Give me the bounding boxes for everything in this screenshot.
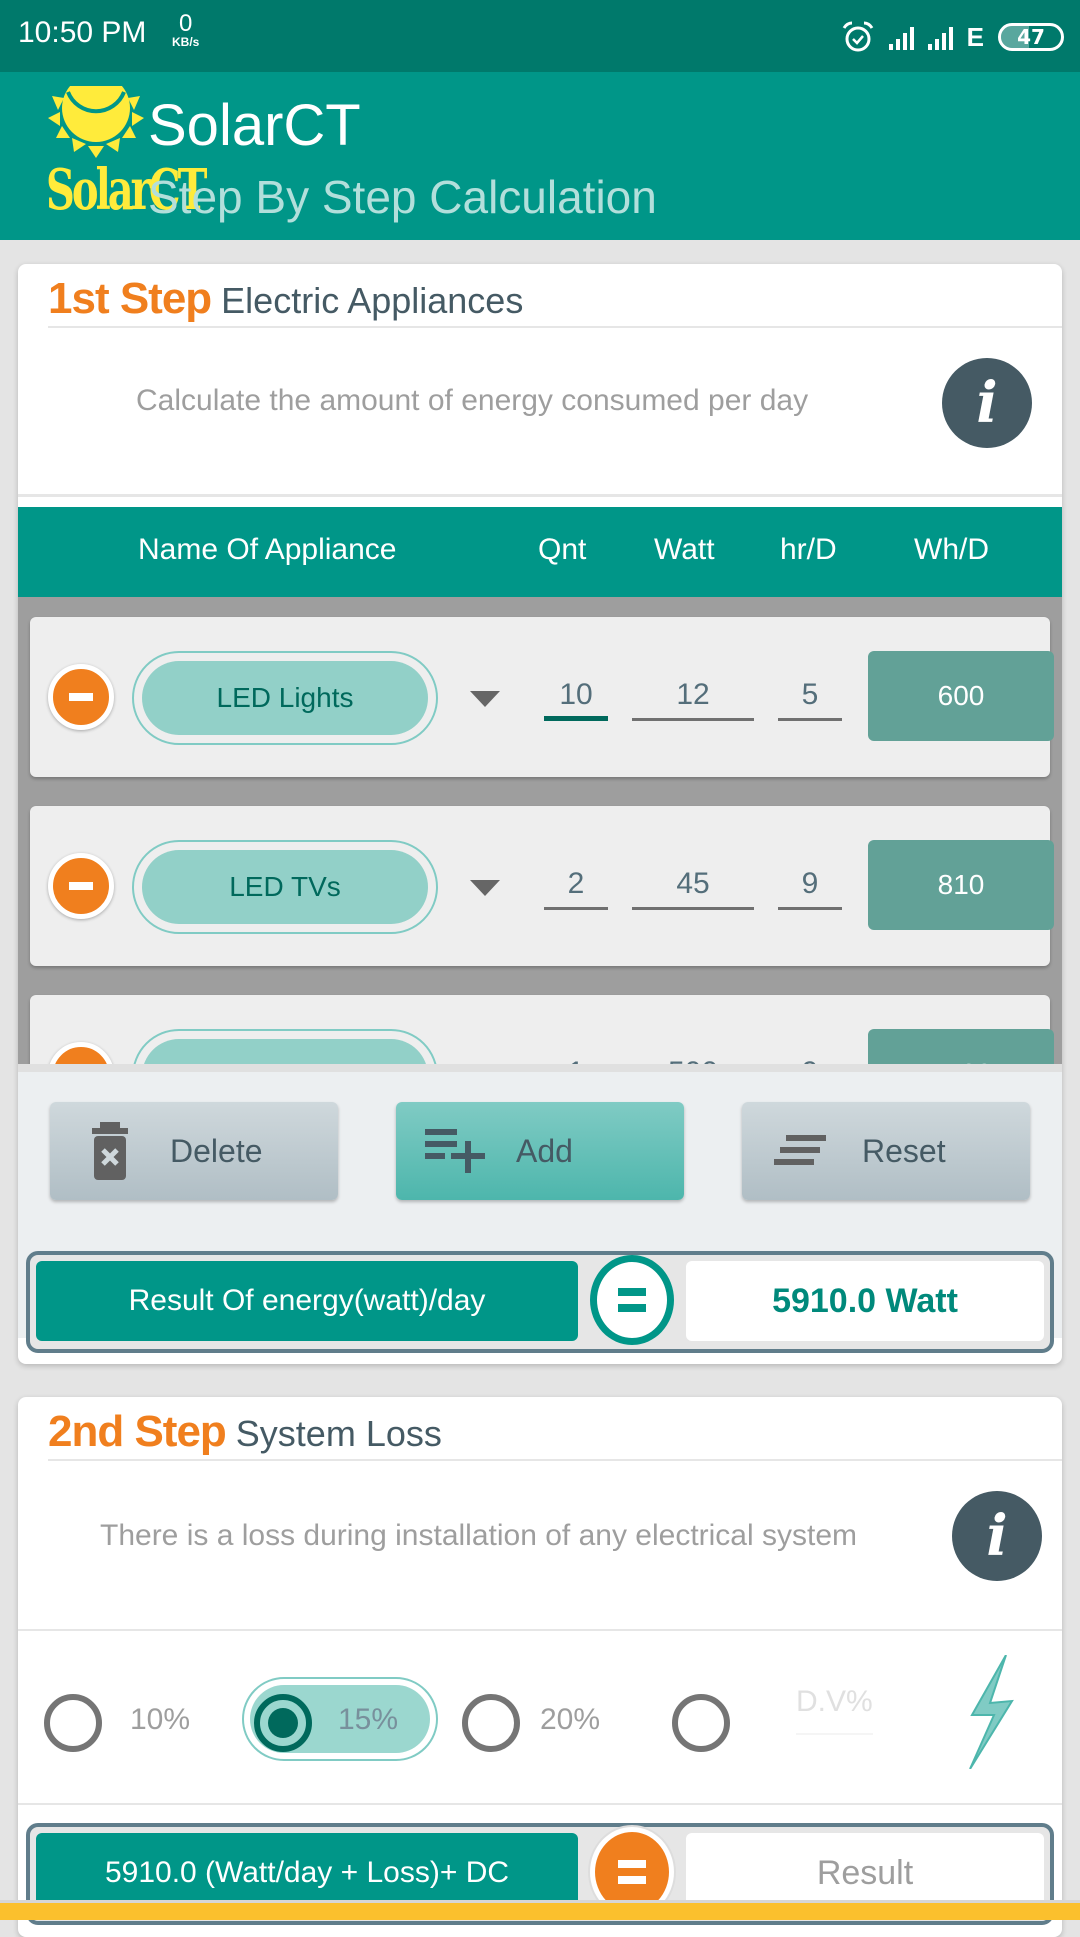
add-label: Add [516, 1132, 573, 1169]
loss-radio-15[interactable] [254, 1694, 312, 1752]
playlist-add-icon [425, 1129, 485, 1173]
delete-button[interactable]: Delete [50, 1102, 338, 1200]
header-hr: hr/D [780, 533, 837, 566]
sun-logo-icon [48, 86, 144, 158]
status-time: 10:50 PM [18, 16, 147, 49]
divider [18, 494, 1062, 497]
watt-input[interactable]: 12 [632, 675, 754, 721]
qnt-input[interactable]: 2 [544, 864, 608, 910]
equals-icon [618, 1860, 646, 1884]
delete-label: Delete [170, 1132, 263, 1169]
dropdown-arrow-icon[interactable] [470, 691, 500, 707]
step1-header: 1st Step Electric Appliances [48, 274, 523, 324]
qnt-input[interactable]: 10 [544, 675, 608, 721]
step1-title: Electric Appliances [221, 280, 524, 321]
step2-card: 2nd Step System Loss There is a loss dur… [18, 1397, 1062, 1937]
bottom-banner-strip [0, 1900, 1080, 1920]
appliance-name-select[interactable]: LED TVs [132, 840, 438, 934]
energy-result: Result Of energy(watt)/day 5910.0 Watt [26, 1251, 1054, 1353]
network-speed-unit: KB/s [172, 35, 200, 49]
equals-icon [618, 1288, 646, 1312]
header-qnt: Qnt [538, 533, 587, 566]
loss-radio-custom[interactable] [672, 1694, 730, 1752]
loss-label-15: 15% [338, 1703, 399, 1736]
hours-input[interactable]: 9 [778, 864, 842, 910]
network-speed-value: 0 [178, 10, 193, 37]
step1-info-button[interactable]: i [942, 358, 1032, 448]
dropdown-arrow-icon[interactable] [470, 880, 500, 896]
loss-radio-10[interactable] [44, 1694, 102, 1752]
step1-description: Calculate the amount of energy consumed … [136, 384, 809, 417]
trash-icon [92, 1122, 128, 1180]
appliance-name-select[interactable]: LED Lights [132, 651, 438, 745]
step2-title: System Loss [235, 1413, 442, 1454]
divider [48, 326, 1062, 328]
info-icon: i [976, 370, 998, 436]
step2-info-button[interactable]: i [952, 1491, 1042, 1581]
battery-icon: 47 [998, 23, 1064, 51]
status-icons: E 47 [841, 20, 1064, 54]
appliance-name: LED TVs [142, 850, 428, 924]
remove-row-button[interactable] [48, 853, 114, 919]
signal-icon-sim1 [888, 24, 914, 50]
loss-options: 10% 15% 20% D.V% [18, 1633, 1062, 1803]
signal-icon-sim2 [927, 24, 953, 50]
logo-wordmark: SolarCT [46, 157, 207, 223]
info-icon: i [986, 1503, 1008, 1569]
appliance-row: LED Lights 10 12 5 600 [30, 617, 1054, 777]
loss-label-10: 10% [130, 1703, 191, 1736]
wh-per-day-value: 810 [868, 840, 1054, 930]
network-type: E [966, 21, 984, 52]
energy-result-value: 5910.0 Watt [686, 1261, 1044, 1341]
wh-per-day-value: 600 [868, 651, 1054, 741]
appliance-row: LED TVs 2 45 9 810 [30, 806, 1054, 966]
step2-header: 2nd Step System Loss [48, 1407, 442, 1457]
reset-label: Reset [862, 1132, 946, 1169]
equals-button[interactable] [590, 1255, 674, 1345]
sort-lines-icon [774, 1135, 826, 1165]
app-subtitle: Step By Step Calculation [148, 171, 657, 223]
header-watt: Watt [654, 533, 715, 566]
app-title: SolarCT [148, 93, 361, 158]
custom-loss-input[interactable]: D.V% [796, 1685, 873, 1735]
battery-level: 47 [1017, 25, 1045, 49]
lightning-icon [969, 1655, 1014, 1769]
appliance-table-header: Name Of Appliance Qnt Watt hr/D Wh/D [18, 507, 1062, 597]
status-bar: 10:50 PM 0 KB/s E 47 [0, 0, 1080, 72]
alarm-icon [842, 21, 873, 52]
loss-label-20: 20% [540, 1703, 601, 1736]
appliance-name: LED Lights [142, 661, 428, 735]
step2-number: 2nd Step [48, 1407, 227, 1456]
divider [18, 1803, 1062, 1805]
action-bar: Delete Add Reset [18, 1064, 1062, 1264]
hours-input[interactable]: 5 [778, 675, 842, 721]
header-whd: Wh/D [914, 533, 989, 566]
divider [18, 1629, 1062, 1631]
watt-input[interactable]: 45 [632, 864, 754, 910]
step1-card: 1st Step Electric Appliances Calculate t… [18, 264, 1062, 1364]
header-name: Name Of Appliance [138, 533, 397, 566]
reset-button[interactable]: Reset [742, 1102, 1030, 1200]
add-button[interactable]: Add [396, 1102, 684, 1200]
network-speed: 0 KB/s [172, 10, 200, 49]
step2-description: There is a loss during installation of a… [100, 1519, 858, 1552]
divider [48, 1459, 1062, 1461]
remove-row-button[interactable] [48, 664, 114, 730]
loss-radio-20[interactable] [462, 1694, 520, 1752]
step1-number: 1st Step [48, 274, 212, 323]
energy-result-label: Result Of energy(watt)/day [36, 1261, 578, 1341]
